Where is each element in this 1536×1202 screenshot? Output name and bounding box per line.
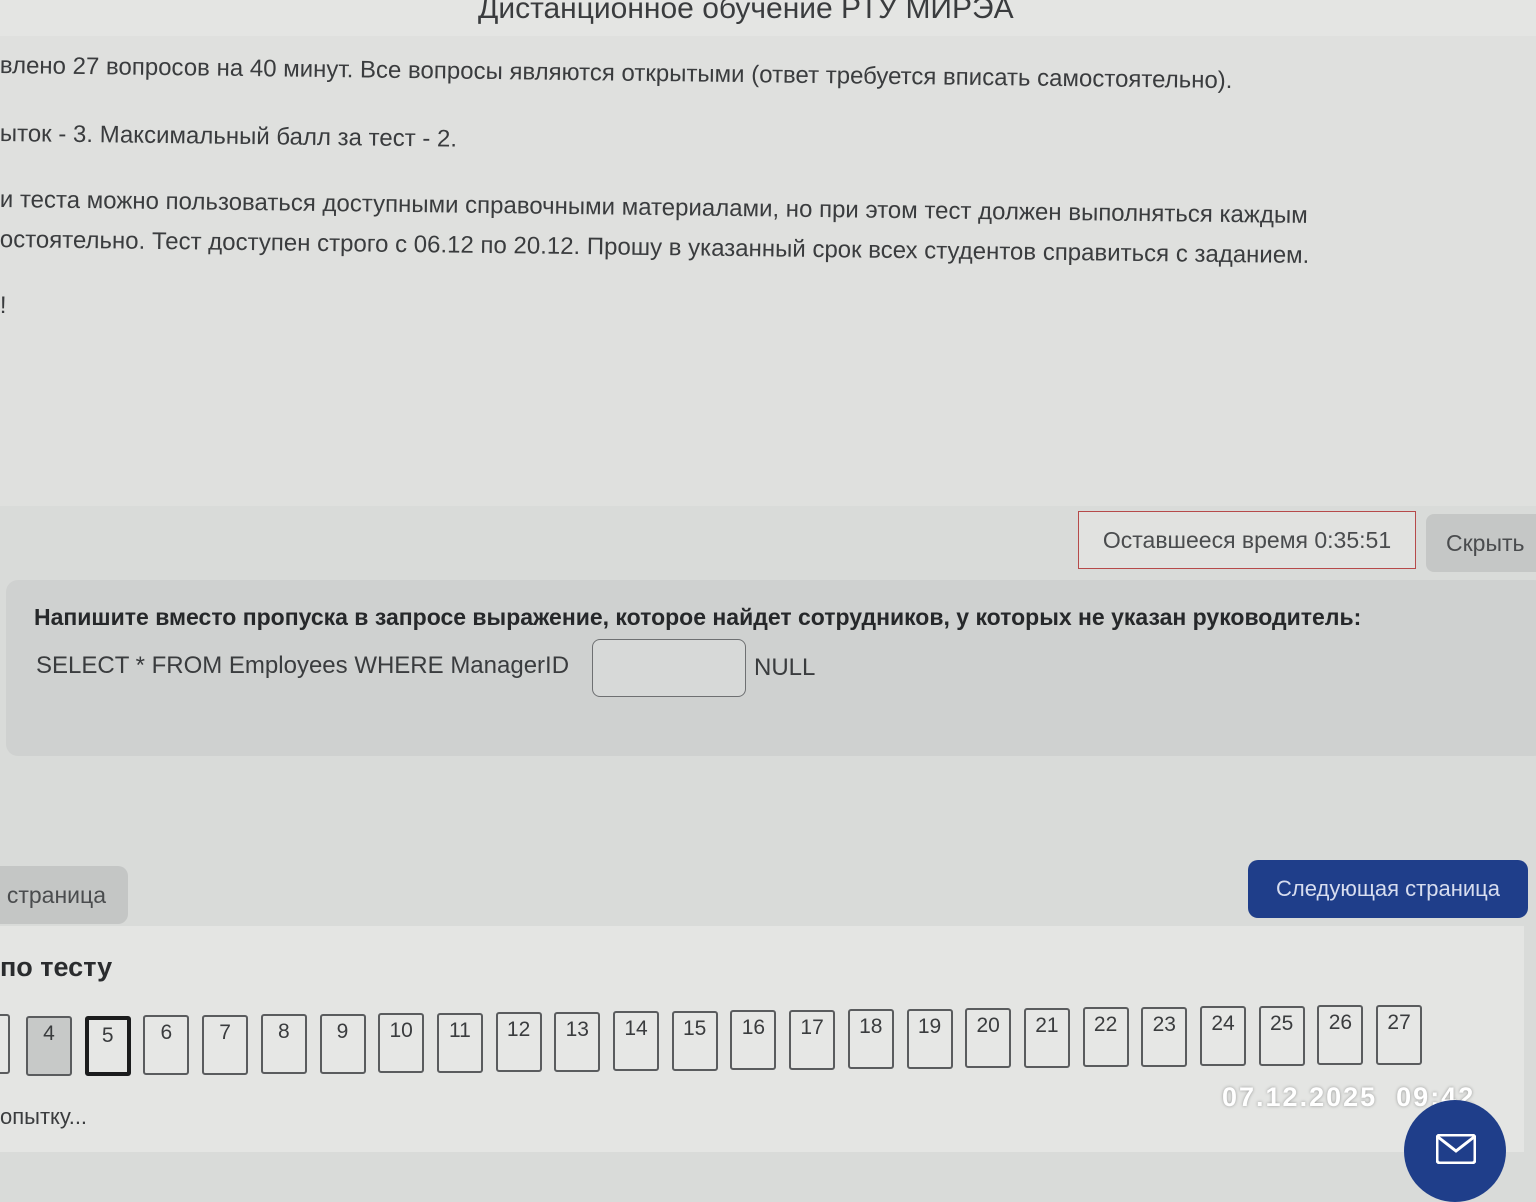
intro-line-5: ! <box>0 292 7 320</box>
quiz-navigation-title: по тесту <box>0 952 113 982</box>
question-nav-item[interactable]: 11 <box>436 1012 483 1073</box>
question-text: Напишите вместо пропуска в запросе выраж… <box>34 604 1362 630</box>
intro-line-3: и теста можно пользоваться доступными сп… <box>0 186 1308 229</box>
hide-timer-button[interactable]: Скрыть <box>1426 514 1536 572</box>
question-nav-item[interactable]: 8 <box>260 1014 307 1074</box>
next-page-button[interactable]: Следующая страница <box>1248 860 1528 918</box>
question-nav-item[interactable]: 14 <box>613 1011 659 1071</box>
sql-query-prefix: SELECT * FROM Employees WHERE ManagerID <box>36 652 570 679</box>
question-nav-item[interactable]: 24 <box>1200 1006 1246 1066</box>
sql-query-suffix: NULL <box>754 654 816 681</box>
question-nav-item[interactable]: 5 <box>84 1015 131 1076</box>
question-nav-item[interactable]: 10 <box>378 1013 425 1073</box>
question-nav-item[interactable]: 25 <box>1258 1005 1305 1066</box>
site-title: Дистанционное обучение РТУ МИРЭА <box>478 0 1014 25</box>
question-nav-item[interactable]: 27 <box>1376 1004 1423 1065</box>
question-nav-item[interactable]: 26 <box>1317 1005 1364 1065</box>
question-nav-item[interactable]: 6 <box>143 1015 190 1075</box>
intro-line-4: остоятельно. Тест доступен строго с 06.1… <box>0 226 1310 269</box>
question-nav-item[interactable]: 21 <box>1023 1007 1070 1068</box>
intro-line-2: ыток - 3. Максимальный балл за тест - 2. <box>0 120 458 153</box>
question-nav-item[interactable]: 15 <box>671 1010 718 1071</box>
question-nav-item[interactable]: 13 <box>554 1011 601 1072</box>
question-nav-item[interactable]: 18 <box>847 1009 894 1069</box>
test-intro: влено 27 вопросов на 40 минут. Все вопро… <box>0 36 1536 506</box>
finish-attempt-link[interactable]: опытку... <box>0 1104 87 1130</box>
question-nav-item[interactable]: 9 <box>319 1013 366 1074</box>
envelope-icon <box>1436 1134 1476 1164</box>
question-nav-item[interactable]: 17 <box>789 1009 836 1070</box>
question-nav-item[interactable]: 12 <box>495 1012 542 1072</box>
question-nav-item[interactable]: 19 <box>906 1008 953 1069</box>
question-nav-item[interactable]: 7 <box>202 1014 249 1075</box>
question-nav-item[interactable]: 20 <box>965 1008 1012 1068</box>
question-nav-item[interactable]: 4 <box>26 1016 72 1076</box>
message-button[interactable] <box>1404 1100 1506 1202</box>
question-nav-item[interactable]: 23 <box>1141 1006 1188 1067</box>
question-nav-item[interactable]: 22 <box>1082 1007 1129 1067</box>
time-remaining: Оставшееся время 0:35:51 <box>1078 511 1416 569</box>
answer-input[interactable] <box>592 639 746 697</box>
question-nav-item[interactable] <box>0 1014 10 1074</box>
question-nav-item[interactable]: 16 <box>730 1010 777 1070</box>
intro-line-1: влено 27 вопросов на 40 минут. Все вопро… <box>0 52 1233 95</box>
site-header: Дистанционное обучение РТУ МИРЭА <box>0 0 1536 36</box>
previous-page-button[interactable]: страница <box>0 866 128 924</box>
